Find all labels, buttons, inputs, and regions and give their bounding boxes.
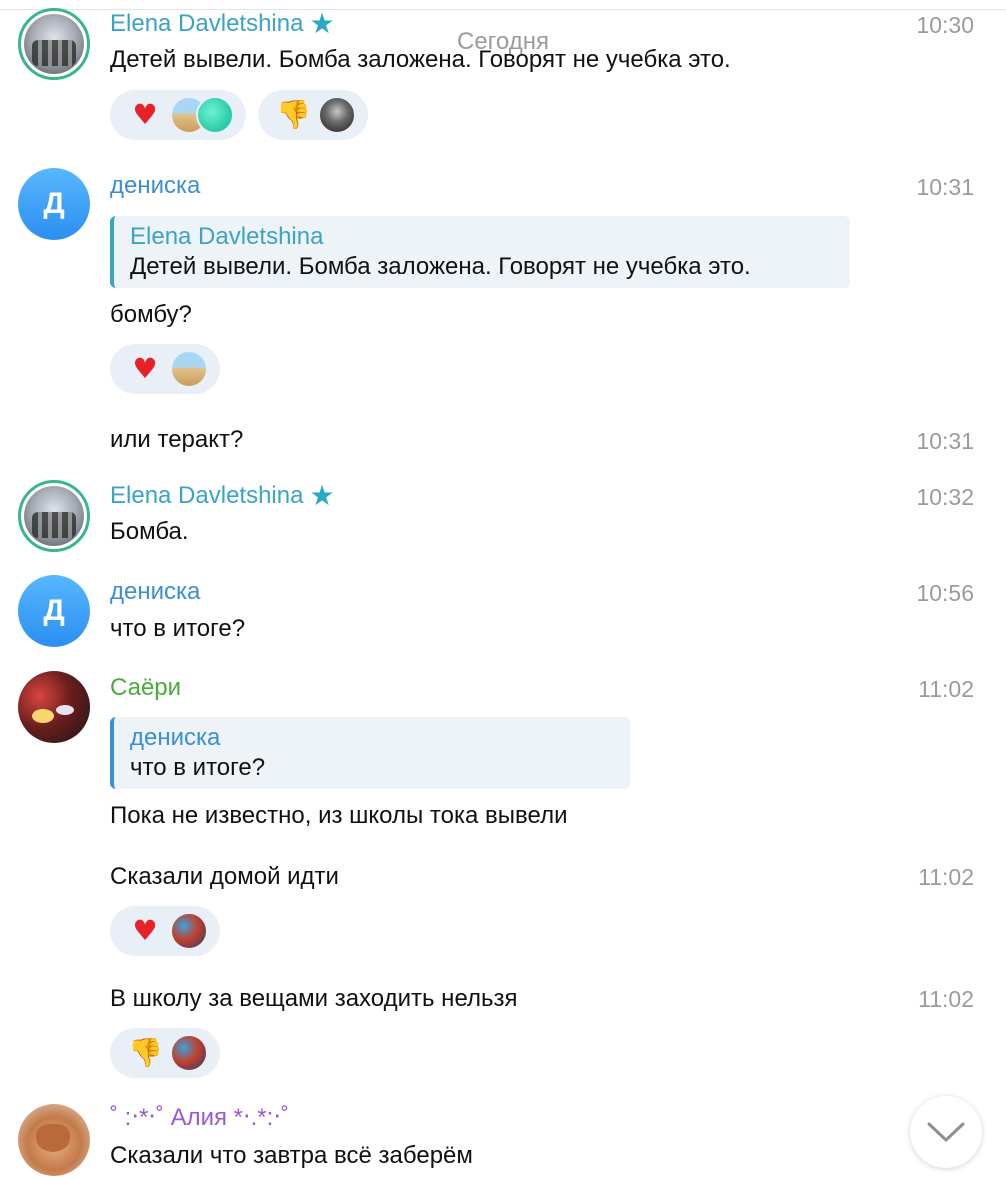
avatar[interactable] [18,480,90,552]
message-text: что в итоге? [110,615,246,642]
message-text: Сказали что завтра всё заберём [110,1142,473,1169]
reply-sender: дениска [130,724,221,751]
message-time: 11:02 [918,986,974,1012]
heart-icon: ♥ [132,352,158,385]
message-text: Бомба. [110,518,189,545]
sender-name[interactable]: дениска [110,578,200,606]
message-time: 11:02 [918,676,974,702]
message-time: 10:32 [916,484,974,510]
thumbs-down-icon: 👎 [276,98,311,131]
reply-text: Детей вывели. Бомба заложена. Говорят не… [130,253,751,280]
avatar[interactable] [18,671,90,743]
reactor-avatar [318,96,356,134]
message-text: бомбу? [110,301,192,328]
sender-name-text: дениска [110,578,201,605]
reactor-avatar [170,912,208,950]
reply-quote[interactable]: Elena Davletshina Детей вывели. Бомба за… [110,216,850,288]
message-time: 11:02 [918,864,974,890]
reaction-thumbs-down[interactable]: 👎 [258,90,368,140]
star-icon: ★ [309,8,335,39]
reply-quote[interactable]: дениска что в итоге? [110,717,630,789]
message-time: 10:56 [916,580,974,606]
reply-sender: Elena Davletshina [130,223,324,250]
reaction-heart[interactable]: ♥ [110,344,220,394]
sender-name-text: Саёри [110,674,182,701]
avatar[interactable] [18,8,90,80]
sender-name[interactable]: ˚ :‧*‧˚ Алия *‧.*:‧˚ [110,1104,289,1132]
sender-name[interactable]: дениска [110,172,200,200]
reaction-thumbs-down[interactable]: 👎 [110,1028,220,1078]
reactor-avatar [170,1034,208,1072]
sender-name[interactable]: Elena Davletshina ★ [110,482,335,510]
sender-name-text: дениска [110,172,201,199]
heart-icon: ♥ [132,98,158,131]
sender-name-text: ˚ :‧*‧˚ Алия *‧.*:‧˚ [110,1104,289,1131]
avatar[interactable] [18,1104,90,1176]
reactor-avatar [196,96,234,134]
reaction-heart[interactable]: ♥ [110,90,246,140]
reactor-avatar [170,350,208,388]
message-text: В школу за вещами заходить нельзя [110,985,518,1012]
star-icon: ★ [309,480,335,511]
sender-name-text: Elena Davletshina [110,482,304,509]
message-text: Сказали домой идти [110,863,339,890]
heart-icon: ♥ [132,914,158,947]
avatar[interactable]: Д [18,168,90,240]
reply-text: что в итоге? [130,754,266,781]
message-text: или теракт? [110,426,244,453]
scroll-down-button[interactable] [910,1096,982,1168]
message-time: 10:31 [916,428,974,454]
message-text: Детей вывели. Бомба заложена. Говорят не… [110,46,731,73]
reaction-heart[interactable]: ♥ [110,906,220,956]
top-divider [0,0,1006,10]
sender-name-text: Elena Davletshina [110,10,304,37]
sender-name[interactable]: Саёри [110,674,181,702]
sender-name[interactable]: Elena Davletshina ★ [110,10,335,38]
message-text: Пока не известно, из школы тока вывели [110,802,568,829]
thumbs-down-icon: 👎 [128,1036,163,1069]
avatar[interactable]: Д [18,575,90,647]
message-time: 10:30 [916,12,974,38]
message-time: 10:31 [916,174,974,200]
chevron-down-icon [927,1122,965,1142]
